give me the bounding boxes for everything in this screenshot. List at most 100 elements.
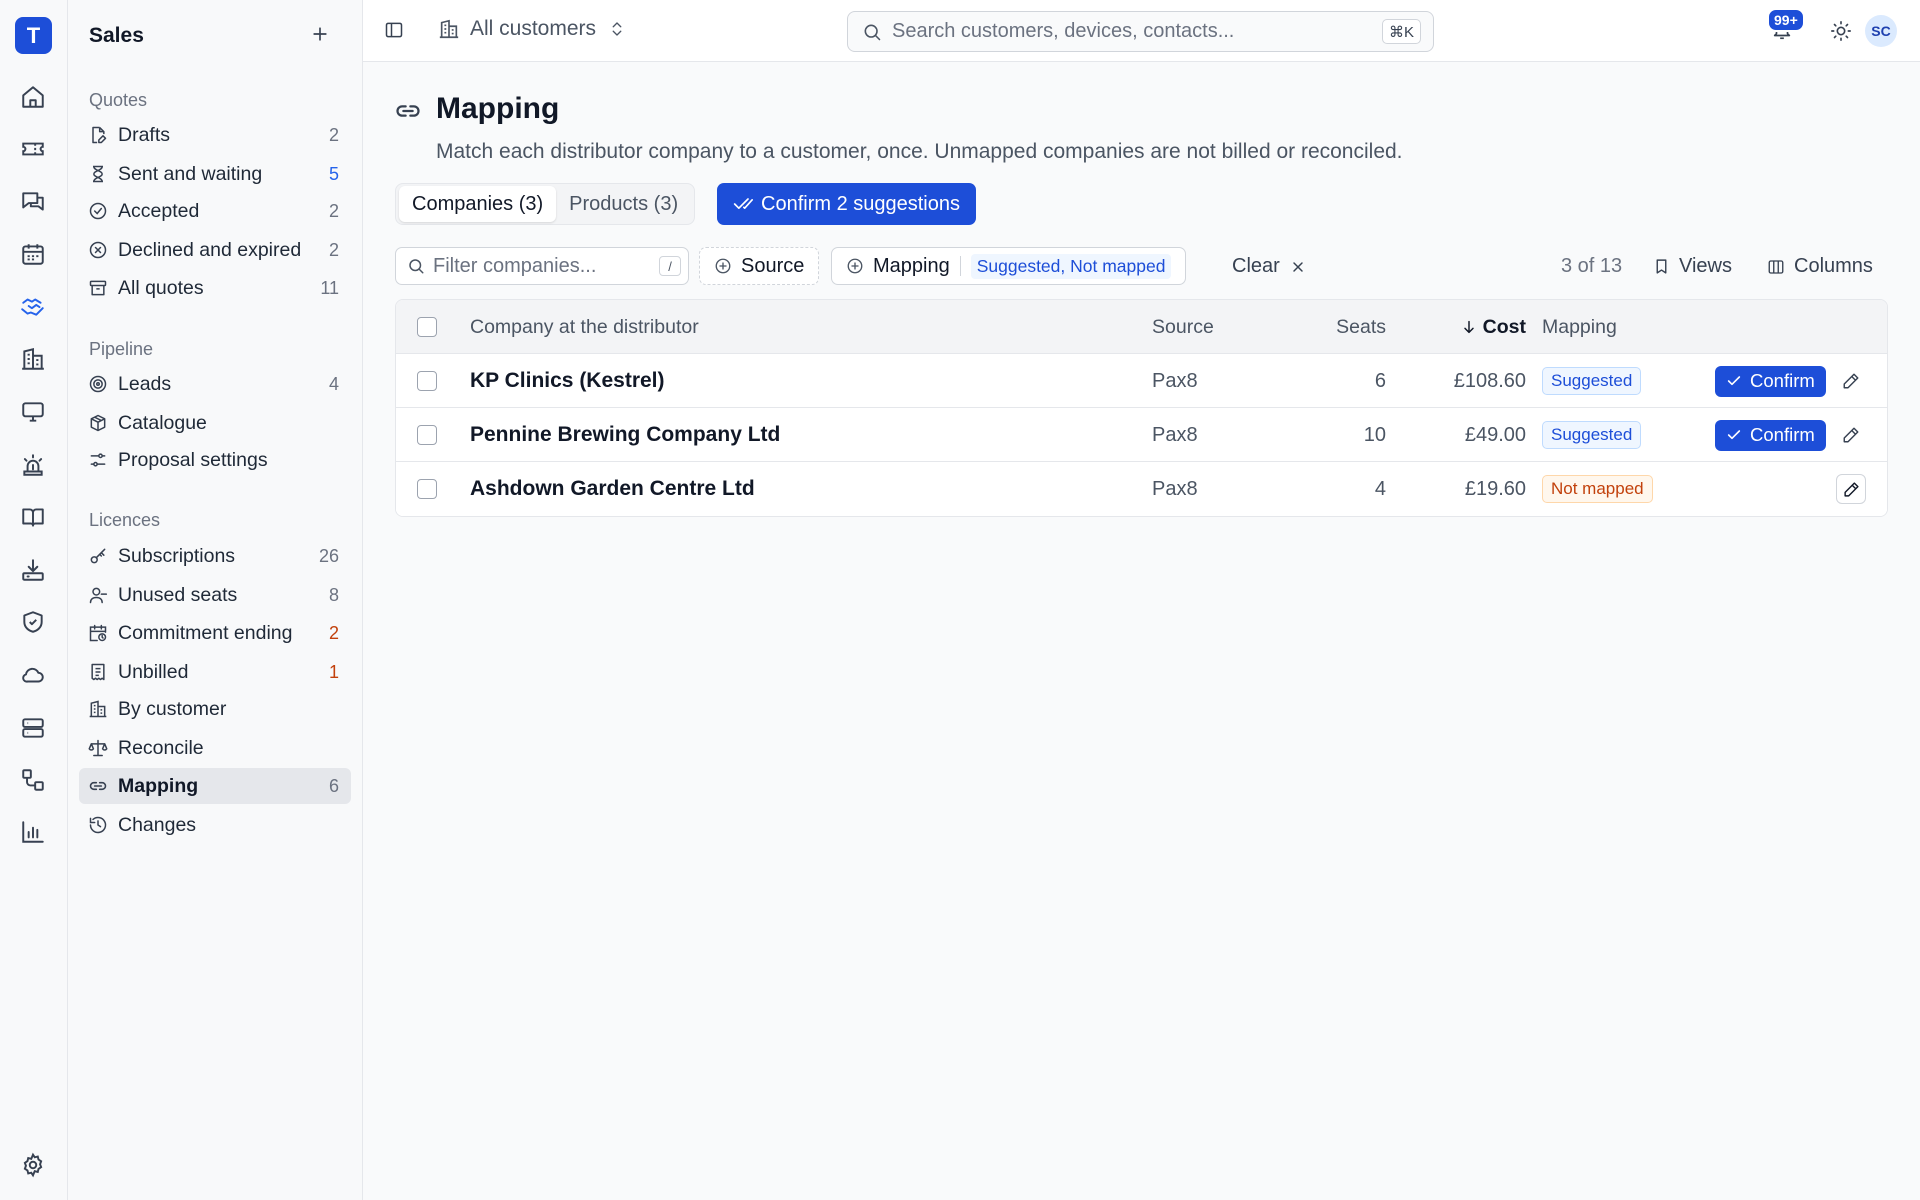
download-icon[interactable] bbox=[18, 555, 48, 585]
views-button[interactable]: Views bbox=[1653, 255, 1732, 278]
cloud-icon[interactable] bbox=[18, 660, 48, 690]
sidebar-item-declined-and-expired[interactable]: Declined and expired 2 bbox=[79, 232, 351, 268]
mapping-filter-values: Suggested, Not mapped bbox=[970, 253, 1172, 279]
confirm-suggestions-button[interactable]: Confirm 2 suggestions bbox=[717, 183, 976, 225]
header-source[interactable]: Source bbox=[1152, 300, 1214, 354]
alarm-icon[interactable] bbox=[18, 450, 48, 480]
sidebar-item-changes[interactable]: Changes bbox=[79, 807, 351, 843]
header-mapping[interactable]: Mapping bbox=[1542, 300, 1617, 354]
server-icon[interactable] bbox=[18, 713, 48, 743]
sidebar-item-all-quotes[interactable]: All quotes 11 bbox=[79, 270, 351, 306]
sidebar-item-label: Subscriptions bbox=[118, 544, 236, 567]
select-all-checkbox[interactable] bbox=[417, 317, 437, 337]
sidebar-item-reconcile[interactable]: Reconcile bbox=[79, 730, 351, 766]
sidebar-item-unbilled[interactable]: Unbilled 1 bbox=[79, 654, 351, 690]
mapping-cell: Not mapped bbox=[1542, 462, 1653, 516]
confirm-button[interactable]: Confirm bbox=[1715, 365, 1826, 397]
header-seats[interactable]: Seats bbox=[1296, 300, 1386, 354]
plus-circle-icon bbox=[846, 257, 873, 275]
mapping-filter-chip[interactable]: Mapping Suggested, Not mapped bbox=[831, 247, 1187, 285]
search-input[interactable] bbox=[892, 20, 1352, 43]
sidebar-item-subscriptions[interactable]: Subscriptions 26 bbox=[79, 538, 351, 574]
company-name: Ashdown Garden Centre Ltd bbox=[470, 477, 755, 500]
theme-sun-icon[interactable] bbox=[1830, 20, 1852, 42]
confirm-suggestions-label: Confirm 2 suggestions bbox=[761, 192, 960, 215]
source-cell: Pax8 bbox=[1152, 369, 1198, 392]
sidebar-item-proposal-settings[interactable]: Proposal settings bbox=[79, 442, 351, 478]
tab-products[interactable]: Products (3) bbox=[556, 186, 691, 222]
edit-pencil-icon[interactable] bbox=[1836, 354, 1866, 408]
company-name: Pennine Brewing Company Ltd bbox=[470, 423, 781, 446]
filter-companies-input[interactable] bbox=[433, 254, 653, 278]
check-check-icon bbox=[733, 194, 761, 214]
sidebar-item-commitment-ending[interactable]: Commitment ending 2 bbox=[79, 615, 351, 651]
table-row[interactable]: KP Clinics (Kestrel) Pax8 6 £108.60 Sugg… bbox=[396, 354, 1887, 408]
workflow-icon[interactable] bbox=[18, 765, 48, 795]
seats-cell: 6 bbox=[1374, 369, 1386, 392]
source-cell: Pax8 bbox=[1152, 423, 1198, 446]
columns-button[interactable]: Columns bbox=[1767, 255, 1873, 278]
row-checkbox[interactable] bbox=[417, 371, 437, 391]
tab-companies[interactable]: Companies (3) bbox=[399, 186, 557, 222]
companies-table: Company at the distributor Source Seats … bbox=[395, 299, 1888, 517]
sidebar-item-leads[interactable]: Leads 4 bbox=[79, 366, 351, 402]
filter-companies[interactable]: / bbox=[395, 247, 689, 285]
seats-cell: 10 bbox=[1363, 423, 1386, 446]
ticket-icon[interactable] bbox=[18, 134, 48, 164]
results-count: 3 of 13 bbox=[1561, 255, 1623, 277]
mapping-cell: Suggested bbox=[1542, 408, 1642, 462]
building-icon[interactable] bbox=[18, 344, 48, 374]
chevrons-up-down-icon bbox=[608, 20, 626, 38]
confirm-label: Confirm bbox=[1750, 370, 1815, 391]
bar-chart-icon[interactable] bbox=[18, 817, 48, 847]
clear-filters-button[interactable]: Clear bbox=[1232, 255, 1306, 278]
chat-icon[interactable] bbox=[18, 187, 48, 217]
sidebar-item-unused-seats[interactable]: Unused seats 8 bbox=[79, 577, 351, 613]
sidebar-item-count: 1 bbox=[328, 661, 339, 682]
settings-gear-icon[interactable] bbox=[18, 1150, 48, 1180]
row-checkbox[interactable] bbox=[417, 479, 437, 499]
user-avatar[interactable]: SC bbox=[1865, 15, 1897, 47]
sidebar-item-by-customer[interactable]: By customer bbox=[79, 691, 351, 727]
sidebar-title: Sales bbox=[89, 24, 144, 47]
sidebar-item-drafts[interactable]: Drafts 2 bbox=[79, 117, 351, 153]
sidebar-item-label: Declined and expired bbox=[118, 238, 302, 261]
source-filter-chip[interactable]: Source bbox=[699, 247, 820, 285]
add-icon[interactable] bbox=[310, 24, 330, 44]
table-header: Company at the distributor Source Seats … bbox=[396, 300, 1887, 354]
sidebar-item-count: 2 bbox=[328, 200, 339, 221]
close-icon bbox=[1280, 259, 1306, 275]
check-circle-icon bbox=[87, 200, 109, 222]
calendar-icon[interactable] bbox=[18, 239, 48, 269]
confirm-button[interactable]: Confirm bbox=[1715, 419, 1826, 451]
monitor-icon[interactable] bbox=[18, 397, 48, 427]
target-icon bbox=[87, 373, 109, 395]
sidebar-toggle-icon[interactable] bbox=[384, 20, 404, 40]
edit-pencil-icon[interactable] bbox=[1836, 408, 1866, 462]
sidebar-item-label: Accepted bbox=[118, 199, 200, 222]
edit-pencil-icon[interactable] bbox=[1836, 474, 1866, 504]
sidebar-item-mapping[interactable]: Mapping 6 bbox=[79, 768, 351, 804]
header-company[interactable]: Company at the distributor bbox=[470, 300, 699, 354]
app-logo[interactable]: T bbox=[15, 17, 52, 54]
handshake-icon[interactable] bbox=[18, 291, 48, 321]
sidebar-item-sent-and-waiting[interactable]: Sent and waiting 5 bbox=[79, 156, 351, 192]
plus-circle-icon bbox=[714, 257, 741, 275]
mapping-tabs: Companies (3) Products (3) bbox=[395, 183, 696, 225]
file-pen-icon bbox=[87, 124, 109, 146]
row-checkbox[interactable] bbox=[417, 425, 437, 445]
header-cost[interactable]: Cost bbox=[1416, 300, 1526, 354]
home-icon[interactable] bbox=[18, 82, 48, 112]
customer-scope-selector[interactable]: All customers bbox=[438, 17, 626, 41]
table-row[interactable]: Ashdown Garden Centre Ltd Pax8 4 £19.60 … bbox=[396, 462, 1887, 516]
status-badge: Not mapped bbox=[1542, 475, 1653, 503]
book-icon[interactable] bbox=[18, 502, 48, 532]
group-label-pipeline: Pipeline bbox=[89, 339, 154, 359]
table-row[interactable]: Pennine Brewing Company Ltd Pax8 10 £49.… bbox=[396, 408, 1887, 462]
sidebar-item-accepted[interactable]: Accepted 2 bbox=[79, 193, 351, 229]
group-label-licences: Licences bbox=[89, 510, 161, 530]
shield-check-icon[interactable] bbox=[18, 607, 48, 637]
global-search[interactable]: ⌘K bbox=[847, 11, 1434, 52]
edit-button[interactable] bbox=[1836, 462, 1866, 516]
sidebar-item-catalogue[interactable]: Catalogue bbox=[79, 405, 351, 441]
